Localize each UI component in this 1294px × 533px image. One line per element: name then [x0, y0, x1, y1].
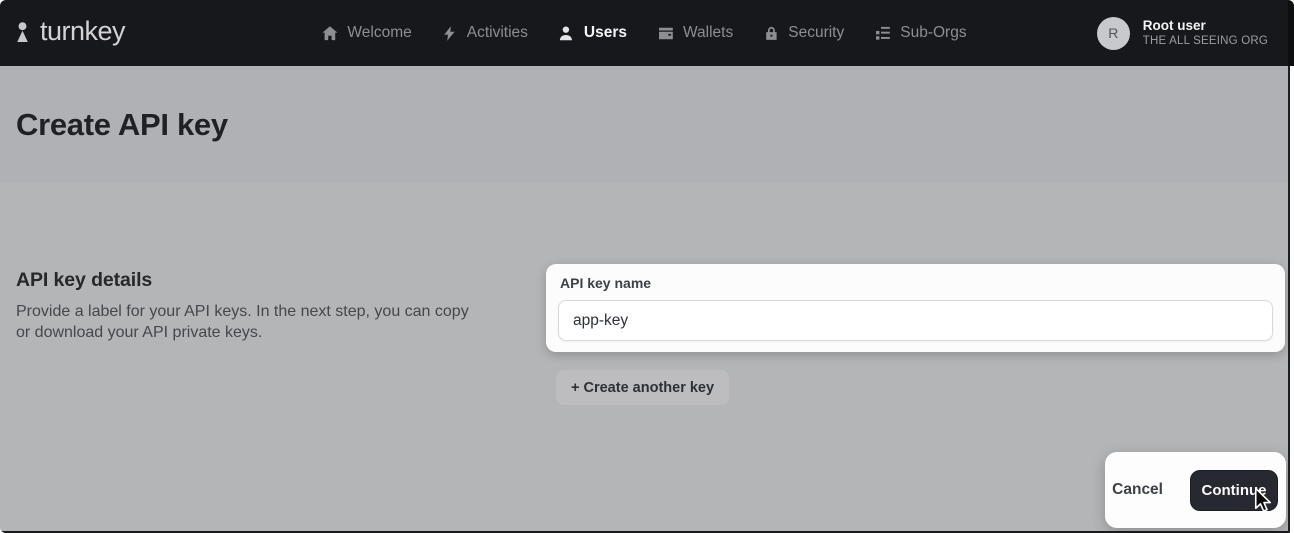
nav-item-activities[interactable]: Activities	[442, 24, 528, 42]
user-org: THE ALL SEEING ORG	[1142, 35, 1268, 47]
window-edge-right	[1288, 66, 1294, 533]
avatar-initial: R	[1108, 25, 1119, 41]
bolt-icon	[442, 25, 458, 42]
main-nav: Welcome Activities Users Wallets Securit…	[321, 24, 967, 42]
section-description: Provide a label for your API keys. In th…	[16, 303, 469, 341]
org-list-icon	[874, 25, 891, 42]
api-key-name-input[interactable]	[558, 300, 1273, 341]
footer-action-card: Cancel Continue	[1105, 452, 1286, 528]
top-navbar: turnkey Welcome Activities Users Wallets…	[0, 0, 1288, 66]
nav-item-welcome[interactable]: Welcome	[321, 24, 412, 42]
user-meta: Root user THE ALL SEEING ORG	[1143, 17, 1268, 49]
nav-item-label: Welcome	[347, 24, 412, 41]
nav-item-wallets[interactable]: Wallets	[657, 24, 733, 42]
continue-button[interactable]: Continue	[1190, 469, 1278, 511]
user-menu[interactable]: R Root user THE ALL SEEING ORG	[1096, 0, 1268, 66]
home-icon	[321, 25, 338, 42]
api-key-name-card: API key name	[546, 264, 1285, 352]
nav-item-users[interactable]: Users	[558, 24, 627, 42]
nav-item-label: Activities	[466, 24, 528, 41]
create-another-key-button[interactable]: + Create another key	[556, 370, 730, 405]
app-window: turnkey Welcome Activities Users Wallets…	[0, 0, 1294, 533]
page-body: API key details Provide a label for your…	[0, 183, 1288, 533]
lock-icon	[763, 25, 779, 42]
section-heading: API key details	[16, 269, 153, 291]
api-key-name-label: API key name	[560, 275, 652, 291]
window-edge-top	[1288, 0, 1294, 66]
wallet-icon	[657, 25, 674, 42]
avatar: R	[1096, 16, 1130, 50]
nav-item-security[interactable]: Security	[763, 24, 844, 42]
turnkey-logo-icon	[14, 21, 31, 45]
brand-logo[interactable]: turnkey	[14, 15, 126, 49]
nav-item-label: Security	[788, 24, 845, 41]
person-icon	[558, 25, 575, 42]
page-title: Create API key	[16, 106, 228, 142]
nav-item-label: Sub-Orgs	[900, 24, 967, 41]
page-header: Create API key	[0, 66, 1288, 183]
api-key-details-section: API key details Provide a label for your…	[16, 269, 486, 343]
nav-item-label: Wallets	[682, 24, 734, 41]
user-name: Root user	[1142, 18, 1206, 33]
nav-item-sub-orgs[interactable]: Sub-Orgs	[874, 24, 967, 42]
cancel-button[interactable]: Cancel	[1112, 481, 1163, 499]
brand-wordmark: turnkey	[40, 15, 126, 46]
nav-item-label: Users	[583, 24, 627, 41]
